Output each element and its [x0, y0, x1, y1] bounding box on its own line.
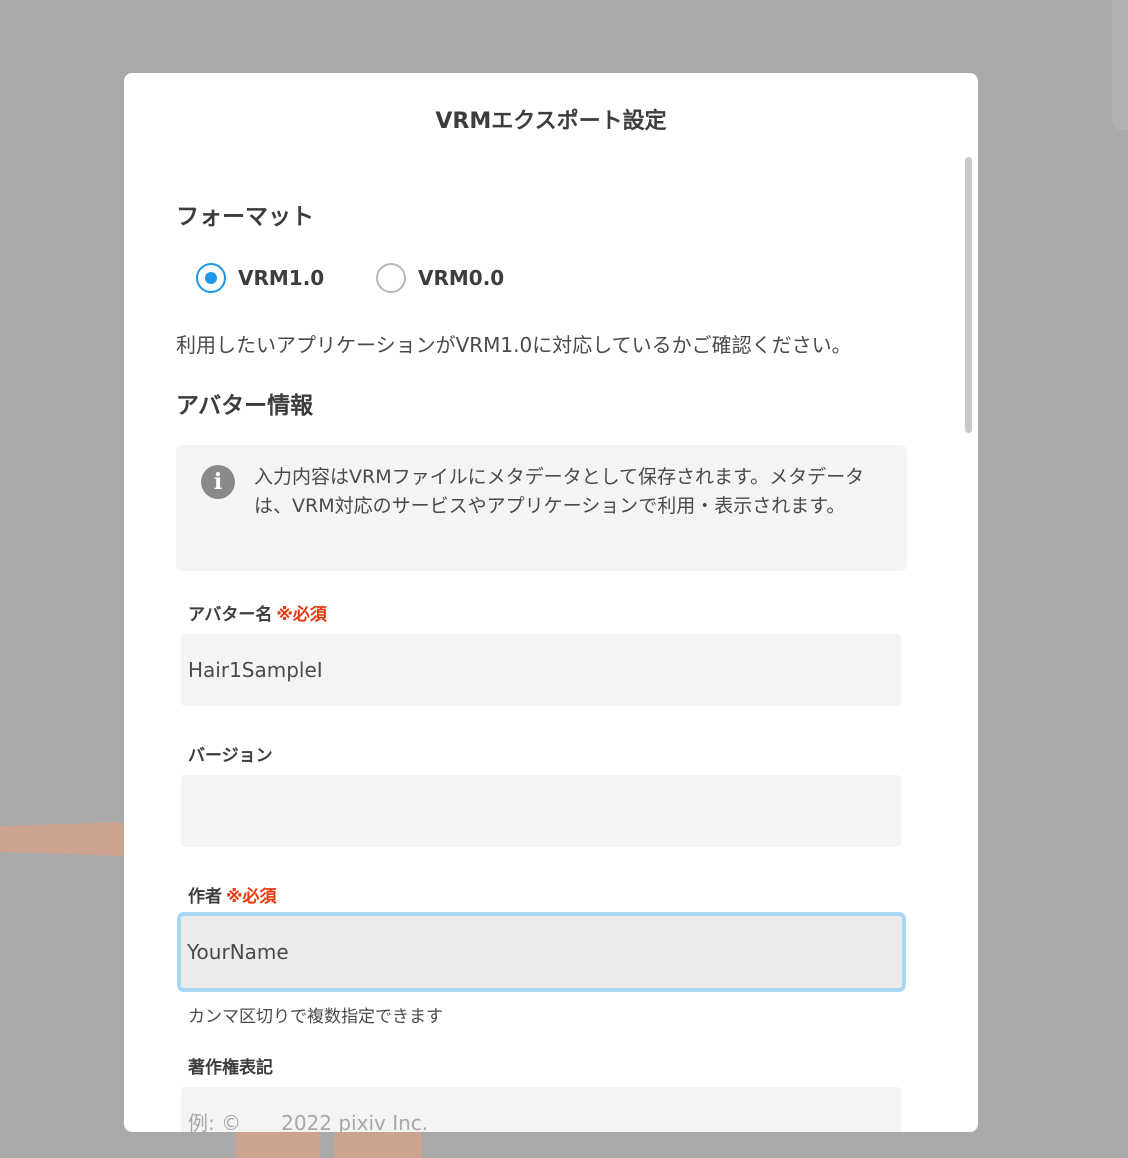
radio-unchecked-icon[interactable]: [376, 263, 406, 293]
info-icon: i: [201, 465, 235, 499]
author-hint: カンマ区切りで複数指定できます: [188, 1007, 443, 1027]
background-panel: [1112, 0, 1128, 130]
info-text: 入力内容はVRMファイルにメタデータとして保存されます。メタデータは、VRM対応…: [254, 466, 865, 517]
required-badge: ※必須: [276, 605, 327, 625]
radio-vrm00-label: VRM0.0: [418, 266, 505, 290]
format-note: 利用したいアプリケーションがVRM1.0に対応しているかご確認ください。: [176, 333, 852, 357]
version-label: バージョン: [188, 746, 273, 766]
copyright-input[interactable]: [181, 1087, 901, 1132]
author-input[interactable]: [177, 912, 906, 992]
avatar-name-label: アバター名 ※必須: [188, 600, 327, 625]
author-label: 作者 ※必須: [188, 882, 277, 907]
background-avatar-leg-right: [334, 1130, 422, 1158]
avatar-name-label-text: アバター名: [188, 605, 273, 625]
background-avatar-leg-left: [236, 1130, 320, 1158]
required-badge: ※必須: [226, 887, 277, 907]
avatar-info-heading: アバター情報: [176, 393, 314, 419]
scrollbar[interactable]: [965, 157, 972, 433]
radio-vrm10-label: VRM1.0: [238, 266, 325, 290]
radio-vrm00[interactable]: VRM0.0: [376, 261, 504, 295]
avatar-name-input[interactable]: [181, 634, 901, 706]
format-heading: フォーマット: [176, 204, 314, 230]
dialog-title: VRMエクスポート設定: [435, 109, 667, 134]
radio-vrm10[interactable]: VRM1.0: [196, 261, 324, 295]
author-label-text: 作者: [188, 887, 222, 907]
version-input[interactable]: [181, 775, 901, 847]
background-avatar-arm: [0, 822, 124, 856]
export-settings-dialog: VRMエクスポート設定 フォーマット VRM1.0 VRM0.0 利用したいアプ…: [124, 73, 978, 1132]
radio-checked-icon[interactable]: [196, 263, 226, 293]
copyright-label: 著作権表記: [188, 1058, 273, 1078]
info-box: i 入力内容はVRMファイルにメタデータとして保存されます。メタデータは、VRM…: [176, 445, 907, 571]
